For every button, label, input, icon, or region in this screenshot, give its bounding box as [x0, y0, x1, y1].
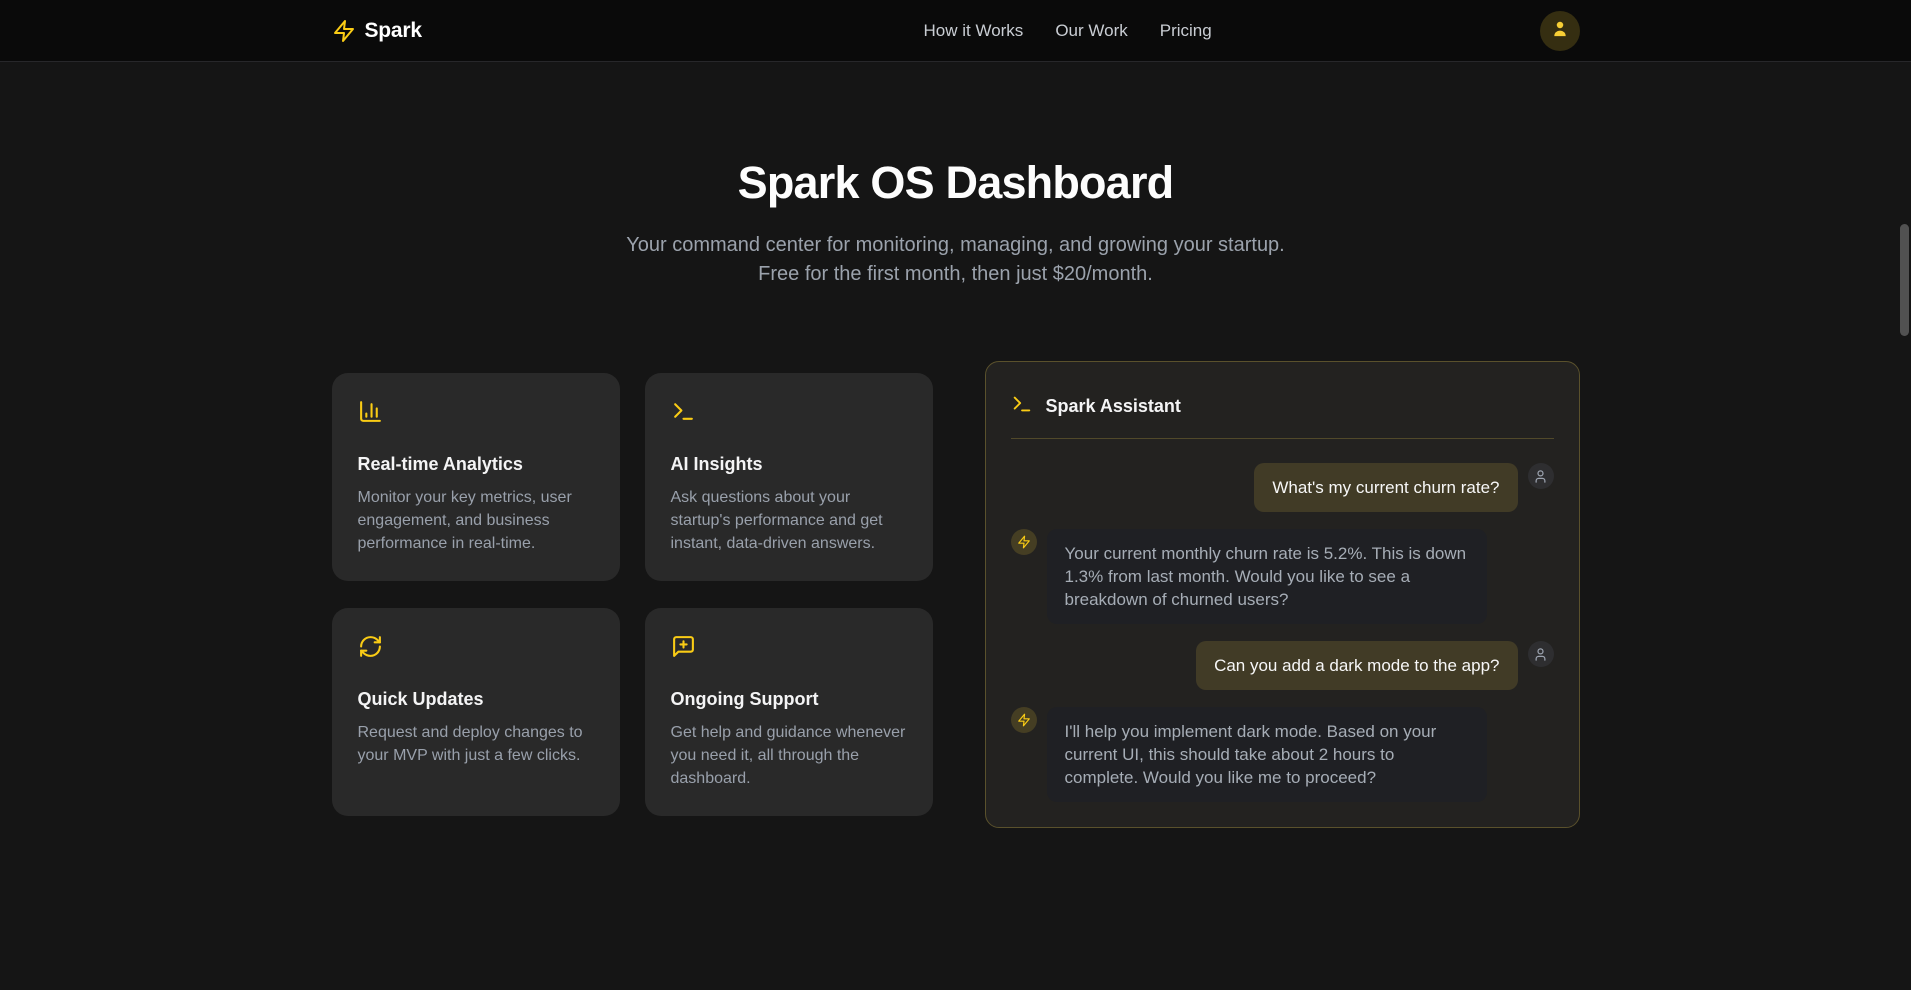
user-icon — [1550, 19, 1570, 42]
feature-title: Real-time Analytics — [358, 454, 594, 475]
landing-page: Spark How it Works Our Work Pricing Spar… — [0, 0, 1911, 990]
nav-container: Spark How it Works Our Work Pricing — [332, 0, 1580, 61]
page-title: Spark OS Dashboard — [0, 157, 1911, 209]
page-subtitle: Your command center for monitoring, mana… — [606, 231, 1306, 289]
brand-logo[interactable]: Spark — [332, 19, 422, 43]
user-message-bubble: Can you add a dark mode to the app? — [1196, 641, 1517, 690]
scrollbar-thumb[interactable] — [1900, 224, 1909, 336]
feature-title: Quick Updates — [358, 689, 594, 710]
chat-message-user: Can you add a dark mode to the app? — [1011, 641, 1554, 690]
zap-icon — [332, 19, 356, 43]
page-scrollbar[interactable] — [1898, 0, 1911, 990]
zap-icon — [1011, 707, 1037, 733]
user-avatar — [1528, 463, 1554, 489]
feature-grid: Real-time Analytics Monitor your key met… — [332, 373, 933, 816]
feature-card-ai-insights: AI Insights Ask questions about your sta… — [645, 373, 933, 581]
chat-header: Spark Assistant — [1011, 387, 1554, 422]
nav-link-pricing[interactable]: Pricing — [1160, 21, 1212, 41]
main-content: Real-time Analytics Monitor your key met… — [332, 361, 1580, 828]
top-nav: Spark How it Works Our Work Pricing — [0, 0, 1911, 62]
user-avatar-button[interactable] — [1540, 11, 1580, 51]
feature-title: Ongoing Support — [671, 689, 907, 710]
message-square-plus-icon — [671, 646, 696, 663]
chat-title: Spark Assistant — [1046, 396, 1181, 417]
chat-messages: What's my current churn rate? Your curre… — [1011, 463, 1554, 802]
chat-message-assistant: Your current monthly churn rate is 5.2%.… — [1011, 529, 1554, 624]
spark-assistant-panel: Spark Assistant What's my current churn … — [985, 361, 1580, 828]
user-avatar — [1528, 641, 1554, 667]
nav-links: How it Works Our Work Pricing — [924, 21, 1212, 41]
refresh-icon — [358, 646, 383, 663]
brand-name: Spark — [365, 19, 422, 43]
feature-description: Ask questions about your startup's perfo… — [671, 486, 907, 555]
feature-title: AI Insights — [671, 454, 907, 475]
feature-card-quick-updates: Quick Updates Request and deploy changes… — [332, 608, 620, 816]
terminal-icon — [671, 411, 696, 428]
feature-description: Get help and guidance whenever you need … — [671, 721, 907, 790]
user-message-bubble: What's my current churn rate? — [1254, 463, 1517, 512]
chat-message-user: What's my current churn rate? — [1011, 463, 1554, 512]
feature-card-realtime-analytics: Real-time Analytics Monitor your key met… — [332, 373, 620, 581]
zap-icon — [1011, 529, 1037, 555]
feature-card-ongoing-support: Ongoing Support Get help and guidance wh… — [645, 608, 933, 816]
assistant-message-bubble: I'll help you implement dark mode. Based… — [1047, 707, 1487, 802]
nav-link-how-it-works[interactable]: How it Works — [924, 21, 1024, 41]
terminal-icon — [1011, 393, 1033, 420]
nav-link-our-work[interactable]: Our Work — [1055, 21, 1127, 41]
feature-description: Monitor your key metrics, user engagemen… — [358, 486, 594, 555]
chart-column-icon — [358, 411, 383, 428]
feature-description: Request and deploy changes to your MVP w… — [358, 721, 594, 767]
chat-message-assistant: I'll help you implement dark mode. Based… — [1011, 707, 1554, 802]
assistant-message-bubble: Your current monthly churn rate is 5.2%.… — [1047, 529, 1487, 624]
chat-header-divider — [1011, 438, 1554, 439]
hero-section: Spark OS Dashboard Your command center f… — [0, 157, 1911, 289]
